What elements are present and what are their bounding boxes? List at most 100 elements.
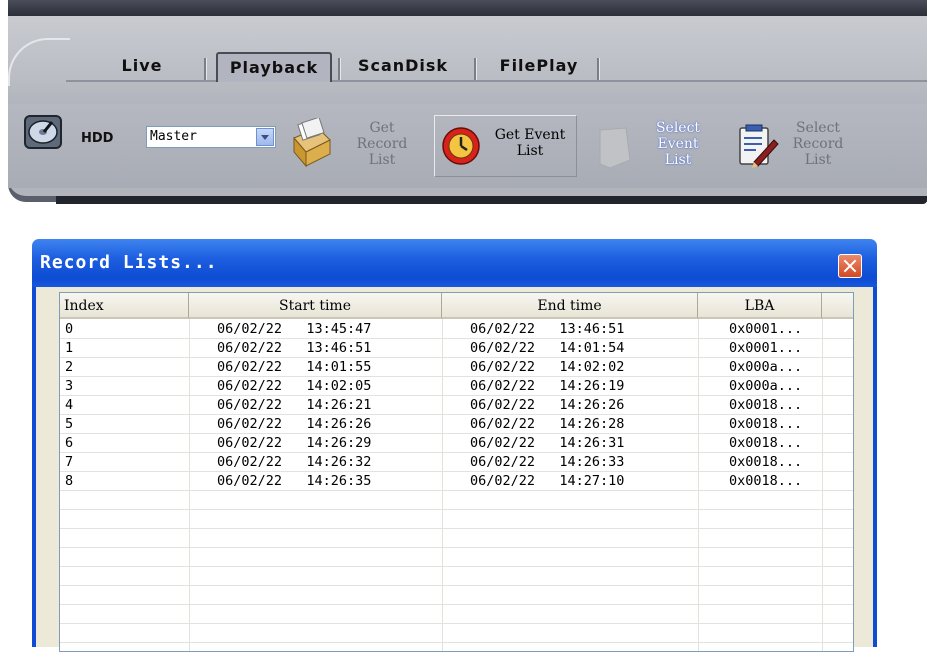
column-grid-line: [442, 319, 443, 651]
end-time-cell: 06/02/22 14:26:31: [470, 435, 625, 451]
get-event-list-label: Get Event List: [482, 127, 578, 159]
end-time-cell: 06/02/22 14:26:19: [470, 378, 625, 394]
tab-bar-curve: [8, 38, 70, 86]
select-event-list-line1: Select: [655, 120, 701, 136]
select-event-list-button[interactable]: Select Event List: [642, 120, 714, 168]
row-grid-line: [60, 642, 853, 643]
get-record-list-line1: Get: [369, 120, 395, 136]
file-drawer-icon[interactable]: [288, 118, 334, 168]
table-row[interactable]: [60, 605, 853, 624]
hdd-select[interactable]: Master: [146, 126, 276, 148]
end-time-cell: 06/02/22 14:26:26: [470, 397, 625, 413]
select-record-list-line3: List: [804, 152, 832, 168]
start-time-cell: 06/02/22 14:26:29: [217, 435, 372, 451]
table-row[interactable]: [60, 510, 853, 529]
tab-separator: [597, 58, 599, 80]
dialog-title-bar[interactable]: Record Lists...: [32, 239, 877, 287]
column-header-lba[interactable]: LBA: [698, 293, 822, 319]
chevron-down-icon[interactable]: [256, 128, 274, 146]
table-header: Index Start time End time LBA: [60, 293, 853, 319]
table-row[interactable]: 2 06/02/22 14:01:55 06/02/22 14:02:02 0x000…: [60, 358, 853, 377]
index-cell: 7: [65, 454, 74, 470]
index-cell: 1: [65, 340, 74, 356]
table-row[interactable]: 3 06/02/22 14:02:05 06/02/22 14:26:19 0x000…: [60, 377, 853, 396]
get-record-list-line3: List: [368, 152, 396, 168]
table-row[interactable]: [60, 491, 853, 510]
playback-control-panel: Live Playback ScanDisk FilePlay HDD Mast…: [8, 0, 927, 208]
index-cell: 2: [65, 359, 74, 375]
get-record-list-line2: Record: [356, 136, 408, 152]
panel-bottom-edge: [56, 196, 927, 204]
start-time-cell: 06/02/22 13:45:47: [217, 321, 372, 337]
end-time-cell: 06/02/22 14:01:54: [470, 340, 625, 356]
table-row[interactable]: [60, 624, 853, 643]
tab-separator: [474, 58, 476, 80]
select-record-list-line2: Record: [792, 136, 844, 152]
tab-fileplay[interactable]: FilePlay: [489, 52, 589, 80]
column-grid-line: [822, 319, 823, 651]
close-icon[interactable]: [838, 254, 862, 278]
tab-separator: [338, 58, 340, 80]
clipboard-edit-icon[interactable]: [734, 122, 780, 170]
start-time-cell: 06/02/22 13:46:51: [217, 340, 372, 356]
select-event-list-line2: Event: [657, 136, 699, 152]
lba-cell: 0x000a...: [729, 359, 803, 375]
tab-bar-divider: [66, 80, 927, 82]
get-event-list-line2: List: [516, 143, 544, 159]
select-record-list-button[interactable]: Select Record List: [782, 120, 854, 168]
get-record-list-button[interactable]: Get Record List: [346, 120, 418, 168]
column-header-end-time[interactable]: End time: [442, 293, 698, 319]
start-time-cell: 06/02/22 14:26:26: [217, 416, 372, 432]
record-list-table[interactable]: Index Start time End time LBA 0 06/02/22 …: [59, 292, 854, 652]
lba-cell: 0x0001...: [729, 340, 803, 356]
tab-scandisk[interactable]: ScanDisk: [353, 52, 453, 80]
end-time-cell: 06/02/22 14:27:10: [470, 473, 625, 489]
table-row[interactable]: 8 06/02/22 14:26:35 06/02/22 14:27:10 0x001…: [60, 472, 853, 491]
select-event-list-line3: List: [664, 152, 692, 168]
lba-cell: 0x0018...: [729, 397, 803, 413]
table-row[interactable]: [60, 586, 853, 605]
start-time-cell: 06/02/22 14:01:55: [217, 359, 372, 375]
hard-disk-icon: [24, 115, 62, 149]
end-time-cell: 06/02/22 14:26:33: [470, 454, 625, 470]
lba-cell: 0x000a...: [729, 378, 803, 394]
clock-icon: [442, 127, 480, 165]
column-header-start-time[interactable]: Start time: [189, 293, 442, 319]
table-row[interactable]: [60, 548, 853, 567]
event-list-icon: [599, 127, 631, 169]
table-row[interactable]: 5 06/02/22 14:26:26 06/02/22 14:26:28 0x001…: [60, 415, 853, 434]
table-row[interactable]: 7 06/02/22 14:26:32 06/02/22 14:26:33 0x001…: [60, 453, 853, 472]
end-time-cell: 06/02/22 14:26:28: [470, 416, 625, 432]
table-row[interactable]: 1 06/02/22 13:46:51 06/02/22 14:01:54 0x000…: [60, 339, 853, 358]
start-time-cell: 06/02/22 14:26:21: [217, 397, 372, 413]
end-time-cell: 06/02/22 14:02:02: [470, 359, 625, 375]
column-header-empty: [822, 293, 853, 319]
hdd-label: HDD: [81, 131, 114, 146]
index-cell: 6: [65, 435, 74, 451]
column-grid-line: [698, 319, 699, 651]
get-event-list-line1: Get Event: [494, 127, 566, 143]
table-row[interactable]: [60, 567, 853, 586]
tab-playback[interactable]: Playback: [216, 52, 332, 82]
start-time-cell: 06/02/22 14:26:35: [217, 473, 372, 489]
tab-live[interactable]: Live: [112, 52, 172, 80]
table-row[interactable]: 0 06/02/22 13:45:47 06/02/22 13:46:51 0x000…: [60, 320, 853, 339]
table-row[interactable]: [60, 529, 853, 548]
index-cell: 5: [65, 416, 74, 432]
index-cell: 8: [65, 473, 74, 489]
lba-cell: 0x0018...: [729, 416, 803, 432]
dialog-title: Record Lists...: [40, 252, 218, 273]
lba-cell: 0x0018...: [729, 454, 803, 470]
column-header-index[interactable]: Index: [60, 293, 189, 319]
start-time-cell: 06/02/22 14:02:05: [217, 378, 372, 394]
end-time-cell: 06/02/22 13:46:51: [470, 321, 625, 337]
select-record-list-line1: Select: [795, 120, 841, 136]
index-cell: 3: [65, 378, 74, 394]
column-grid-line: [189, 319, 190, 651]
index-cell: 0: [65, 321, 74, 337]
lba-cell: 0x0001...: [729, 321, 803, 337]
table-row[interactable]: 4 06/02/22 14:26:21 06/02/22 14:26:26 0x001…: [60, 396, 853, 415]
lba-cell: 0x0018...: [729, 435, 803, 451]
start-time-cell: 06/02/22 14:26:32: [217, 454, 372, 470]
table-row[interactable]: 6 06/02/22 14:26:29 06/02/22 14:26:31 0x001…: [60, 434, 853, 453]
